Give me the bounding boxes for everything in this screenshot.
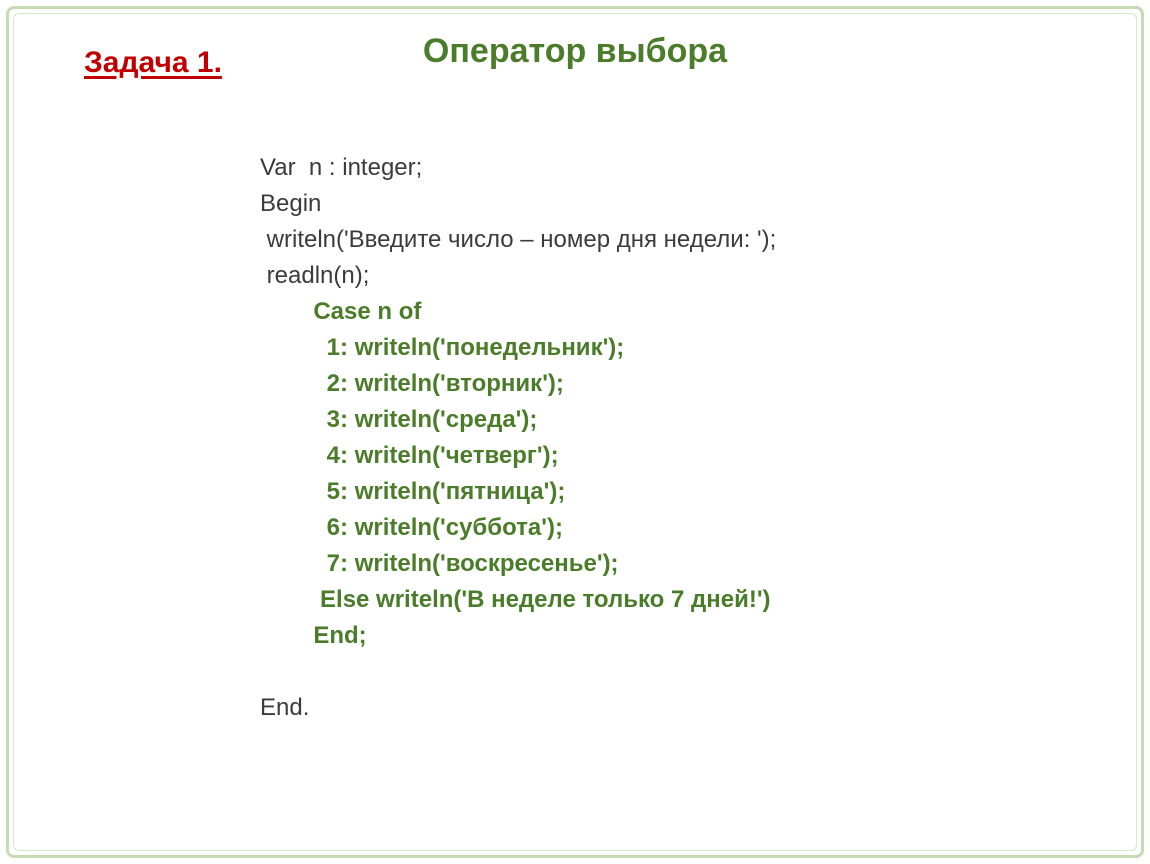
code-case-6: 6: writeln('суббота');: [260, 514, 563, 541]
code-case: Case n of: [260, 298, 421, 325]
code-case-7: 7: writeln('воскресенье');: [260, 550, 619, 577]
code-end-prog: End.: [260, 694, 309, 721]
code-else: Else writeln('В неделе только 7 дней!'): [260, 586, 771, 613]
code-case-5: 5: writeln('пятница');: [260, 478, 565, 505]
code-readln: readln(n);: [260, 262, 369, 289]
code-case-3: 3: writeln('среда');: [260, 406, 537, 433]
code-case-4: 4: writeln('четверг');: [260, 442, 559, 469]
code-var: Var n : integer;: [260, 154, 422, 181]
code-writeln-prompt: writeln('Введите число – номер дня недел…: [260, 226, 776, 253]
slide-content: Задача 1. Оператор выбора Var n : intege…: [22, 22, 1128, 842]
code-case-2: 2: writeln('вторник');: [260, 370, 564, 397]
slide-title: Оператор выбора: [22, 32, 1128, 71]
code-case-1: 1: writeln('понедельник');: [260, 334, 624, 361]
code-block: Var n : integer; Begin writeln('Введите …: [260, 150, 776, 726]
code-begin: Begin: [260, 190, 321, 217]
code-end-case: End;: [260, 622, 367, 649]
